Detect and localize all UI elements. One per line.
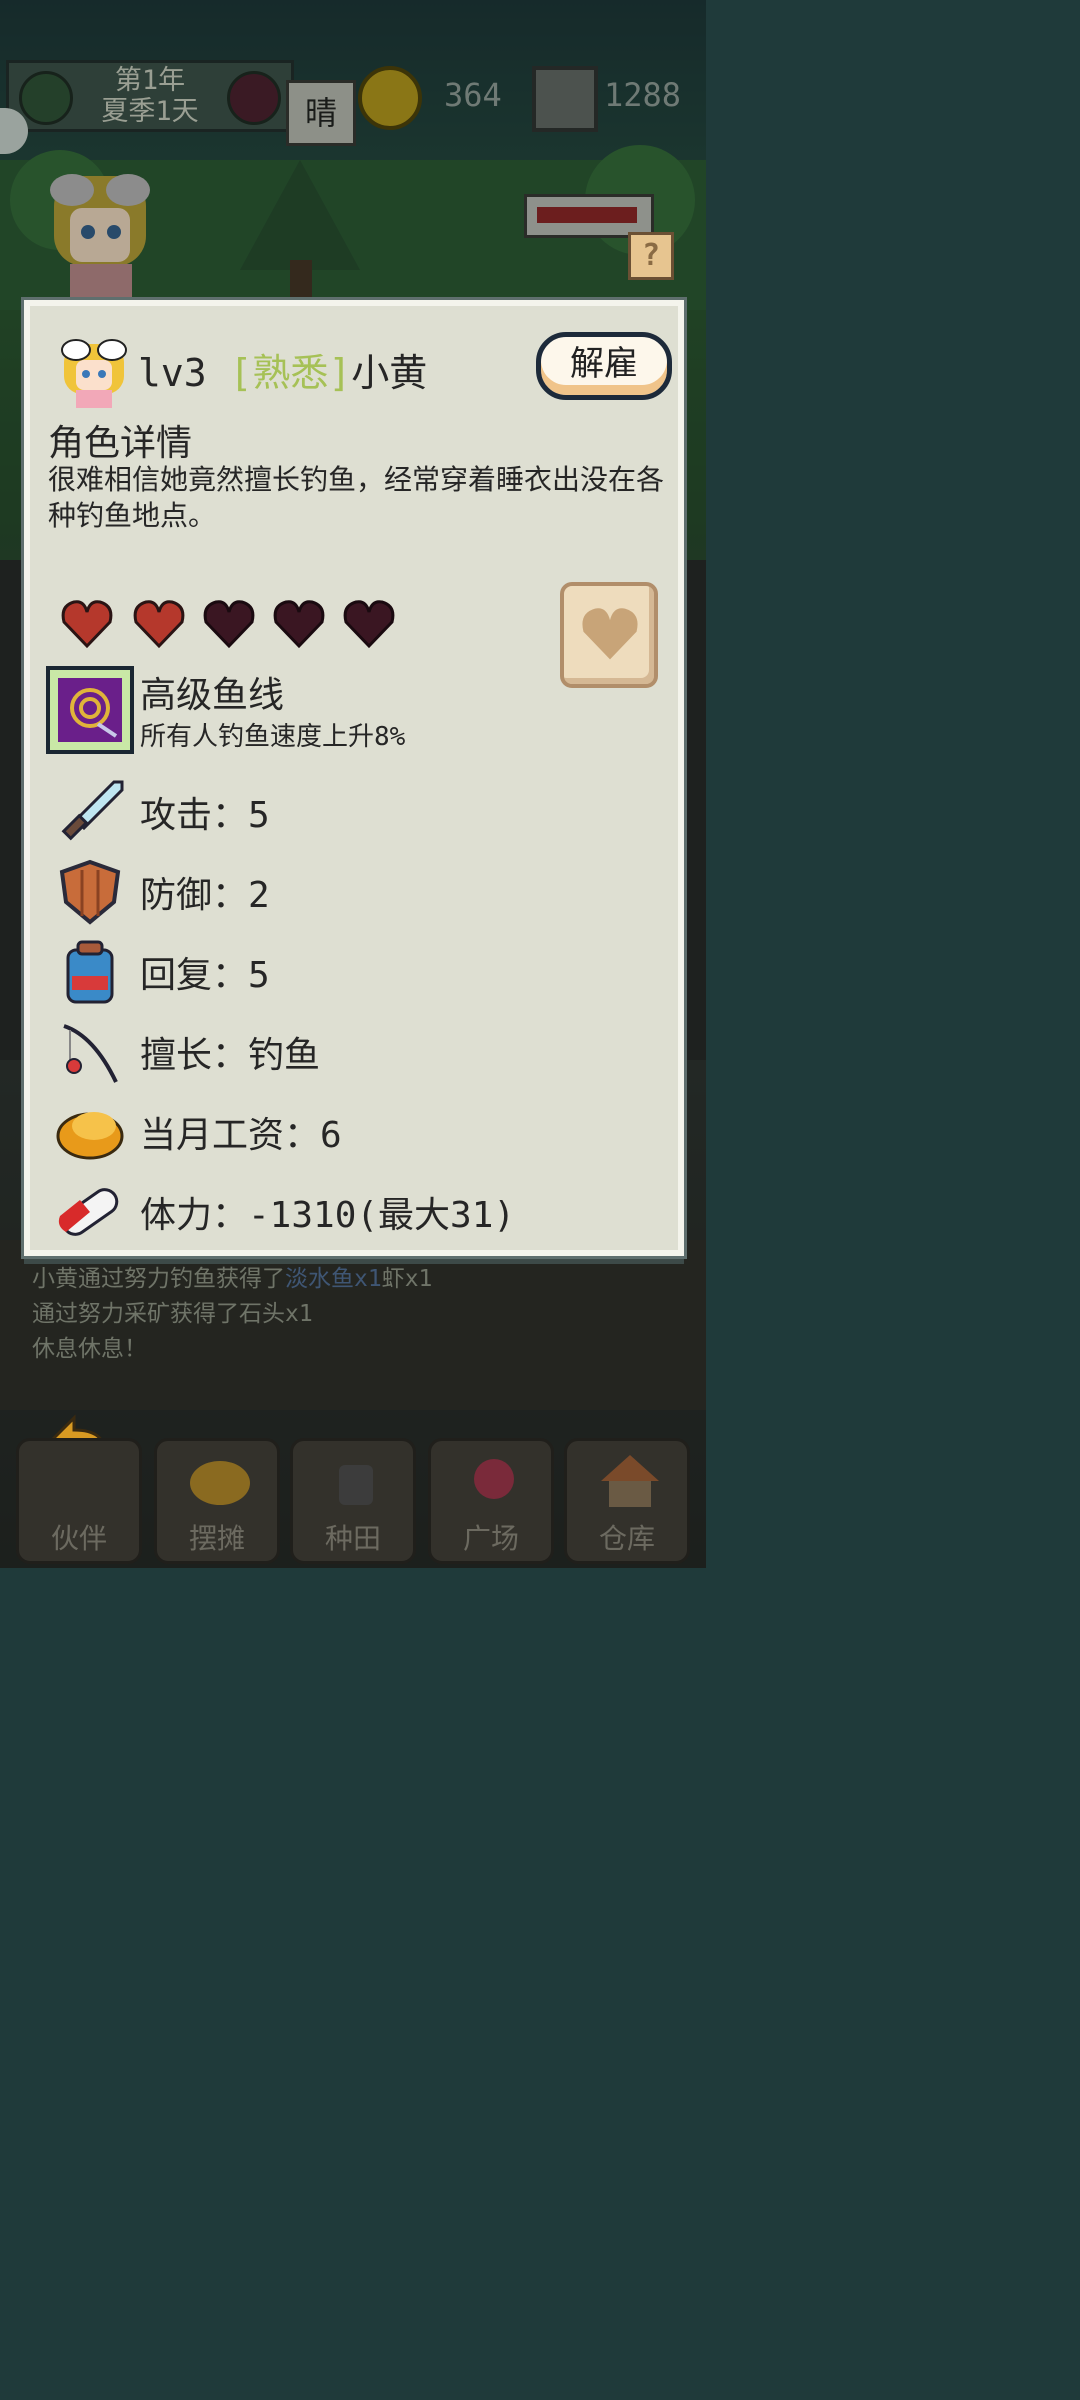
date-display: 第1年 夏季1天 xyxy=(6,60,294,132)
heart-empty-icon xyxy=(203,600,255,649)
heart-empty-icon xyxy=(343,600,395,649)
nav-plaza[interactable]: 广场 xyxy=(428,1438,554,1564)
activity-log: 小黄通过努力钓鱼获得了淡水鱼x1虾x1 通过努力采矿获得了石头x1 休息休息！ xyxy=(24,1262,694,1392)
log-line: 小黄通过努力钓鱼获得了淡水鱼x1虾x1 xyxy=(32,1266,433,1292)
plaza-icon xyxy=(474,1459,514,1499)
date-day: 夏季1天 xyxy=(101,96,199,127)
fire-button[interactable]: 解雇 xyxy=(536,332,672,400)
character-sprite xyxy=(50,174,150,300)
character-level: lv3 xyxy=(138,351,207,395)
character-detail-panel: lv3 [熟悉]小黄 解雇 角色详情 很难相信她竟然擅长钓鱼，经常穿着睡衣出没在… xyxy=(24,300,684,1256)
heart-icon xyxy=(133,600,185,649)
season-icon xyxy=(19,71,73,125)
stat-text: 回复：5 xyxy=(140,955,270,996)
date-year: 第1年 xyxy=(114,65,186,96)
stat-specialty: 擅长：钓鱼 xyxy=(54,1016,654,1088)
heart-icon xyxy=(582,608,638,660)
nav-warehouse[interactable]: 仓库 xyxy=(564,1438,690,1564)
character-description: 很难相信她竟然擅长钓鱼，经常穿着睡衣出没在各种钓鱼地点。 xyxy=(48,463,665,532)
stat-attack: 攻击：5 xyxy=(54,776,654,848)
shield-icon xyxy=(59,859,121,925)
nav-stall[interactable]: 摆摊 xyxy=(154,1438,280,1564)
heart-empty-icon xyxy=(273,600,325,649)
gem-icon xyxy=(532,66,598,132)
detail-title: 角色详情 xyxy=(48,423,193,464)
weather-display: 晴 xyxy=(286,80,356,146)
skill-description: 所有人钓鱼速度上升8% xyxy=(140,722,406,752)
nav-label: 伙伴 xyxy=(50,1522,107,1555)
relation-tag: [熟悉] xyxy=(229,351,352,395)
character-avatar xyxy=(61,339,127,408)
gem-count: 1288 xyxy=(604,76,682,114)
stat-text: 体力：-1310(最大31) xyxy=(140,1195,516,1236)
backpack-icon xyxy=(66,940,114,1004)
affection-hearts xyxy=(60,598,420,654)
nav-label: 摆摊 xyxy=(188,1522,245,1555)
log-line: 休息休息！ xyxy=(32,1336,147,1362)
character-name-line: lv3 [熟悉]小黄 xyxy=(138,342,427,397)
nav-farm[interactable]: 种田 xyxy=(290,1438,416,1564)
stat-text: 当月工资：6 xyxy=(140,1115,342,1156)
fishing-rod-icon xyxy=(63,1024,118,1083)
bottom-nav: 伙伴 摆摊 种田 广场 仓库 xyxy=(0,1400,706,1568)
skill-name: 高级鱼线 xyxy=(140,675,285,716)
help-button[interactable]: ? xyxy=(628,232,674,280)
stat-text: 擅长：钓鱼 xyxy=(140,1035,321,1076)
nav-label: 广场 xyxy=(462,1522,519,1555)
gold-coins-icon xyxy=(56,1112,124,1160)
log-line: 通过努力采矿获得了石头x1 xyxy=(32,1301,313,1327)
gift-heart-button[interactable] xyxy=(560,582,658,688)
nav-label: 仓库 xyxy=(598,1522,655,1555)
stat-text: 防御：2 xyxy=(140,875,270,916)
record-button-icon[interactable] xyxy=(227,71,281,125)
stat-defense: 防御：2 xyxy=(54,856,654,928)
farm-icon xyxy=(339,1465,373,1505)
coin-count: 364 xyxy=(444,76,502,114)
fishing-line-skill-icon xyxy=(46,666,134,754)
warehouse-icon xyxy=(601,1455,659,1507)
stat-text: 攻击：5 xyxy=(140,795,270,836)
stat-salary: 当月工资：6 xyxy=(54,1096,654,1168)
stat-stamina: 体力：-1310(最大31) xyxy=(54,1176,654,1248)
nav-label: 种田 xyxy=(324,1522,381,1555)
heart-icon xyxy=(61,600,113,649)
pill-icon xyxy=(58,1188,119,1236)
character-name: 小黄 xyxy=(351,351,428,395)
stat-recovery: 回复：5 xyxy=(54,936,654,1008)
coin-icon xyxy=(358,66,422,130)
stall-icon xyxy=(190,1461,250,1505)
nav-partner[interactable]: 伙伴 xyxy=(16,1438,142,1564)
sword-icon xyxy=(61,780,124,841)
